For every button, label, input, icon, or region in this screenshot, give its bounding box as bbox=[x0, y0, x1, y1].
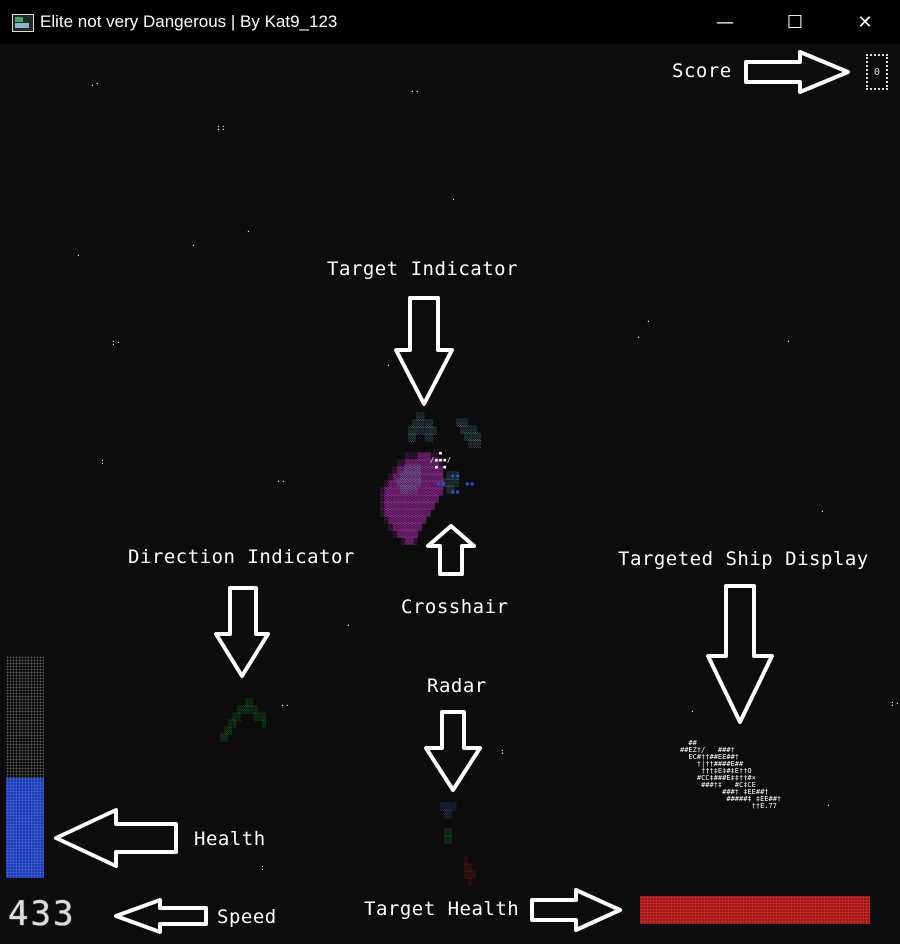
direction-indicator-label: Direction Indicator bbox=[128, 546, 355, 568]
window-title: Elite not very Dangerous | By Kat9_123 bbox=[40, 12, 338, 31]
score-display: 0 bbox=[866, 54, 888, 90]
target-indicator-arrow-icon bbox=[394, 296, 454, 406]
target-indicator-marker-left: ░░ ░░░░░ ░░░░░░░ ░░ ░░ bbox=[408, 413, 438, 442]
radar-own-ship: ░░░░ ░░ bbox=[440, 803, 457, 818]
radar-label: Radar bbox=[427, 675, 487, 697]
targeted-ship-display-label: Targeted Ship Display bbox=[618, 548, 869, 570]
game-viewport[interactable]: .· ·· :: · · · · · · · :· · : ·· · · ·· … bbox=[0, 44, 900, 944]
app-icon bbox=[12, 14, 34, 32]
target-health-arrow-icon bbox=[530, 888, 622, 932]
target-health-label: Target Health bbox=[364, 898, 520, 920]
health-arrow-icon bbox=[54, 808, 178, 868]
score-label: Score bbox=[672, 60, 732, 82]
health-label: Health bbox=[194, 828, 266, 850]
speed-label: Speed bbox=[217, 906, 277, 928]
target-indicator-label: Target Indicator bbox=[327, 258, 519, 280]
maximize-button[interactable]: ☐ bbox=[772, 0, 818, 44]
target-health-bar bbox=[640, 896, 870, 924]
minimize-button[interactable]: — bbox=[702, 0, 748, 44]
direction-indicator: ░░ ░░░░░ ░░ ░░░ ░░ ░ ░░ ░░ bbox=[220, 699, 267, 742]
speed-readout: 433 bbox=[8, 894, 76, 934]
radar-arrow-icon bbox=[424, 710, 482, 792]
targeted-ship-arrow-icon bbox=[706, 584, 774, 724]
direction-indicator-arrow-icon bbox=[214, 586, 270, 678]
targeted-ship-display: ## ##EZ†/ ###† EC#††##EE##† †|††####E## … bbox=[680, 739, 782, 810]
score-arrow-icon bbox=[744, 50, 850, 94]
crosshair-icon: ▪▪ ▪▪ ▪▪ ▪▪ bbox=[436, 471, 475, 496]
window-titlebar: Elite not very Dangerous | By Kat9_123 —… bbox=[0, 0, 900, 44]
target-indicator-marker-right: ░░░ ░░░░ ░░░░ ░░░ bbox=[456, 419, 482, 448]
radar-green-blip: ░░ ░░ bbox=[444, 829, 453, 844]
speed-arrow-icon bbox=[114, 898, 208, 934]
crosshair-top: ▪ /▪▪▪/ ▪ ▪ bbox=[430, 449, 452, 471]
health-bar-fill bbox=[6, 778, 44, 878]
close-button[interactable]: ✕ bbox=[842, 0, 888, 44]
crosshair-label: Crosshair bbox=[401, 596, 509, 618]
radar-target-blip: ░ ░░ ░░░ ░ bbox=[464, 857, 477, 886]
